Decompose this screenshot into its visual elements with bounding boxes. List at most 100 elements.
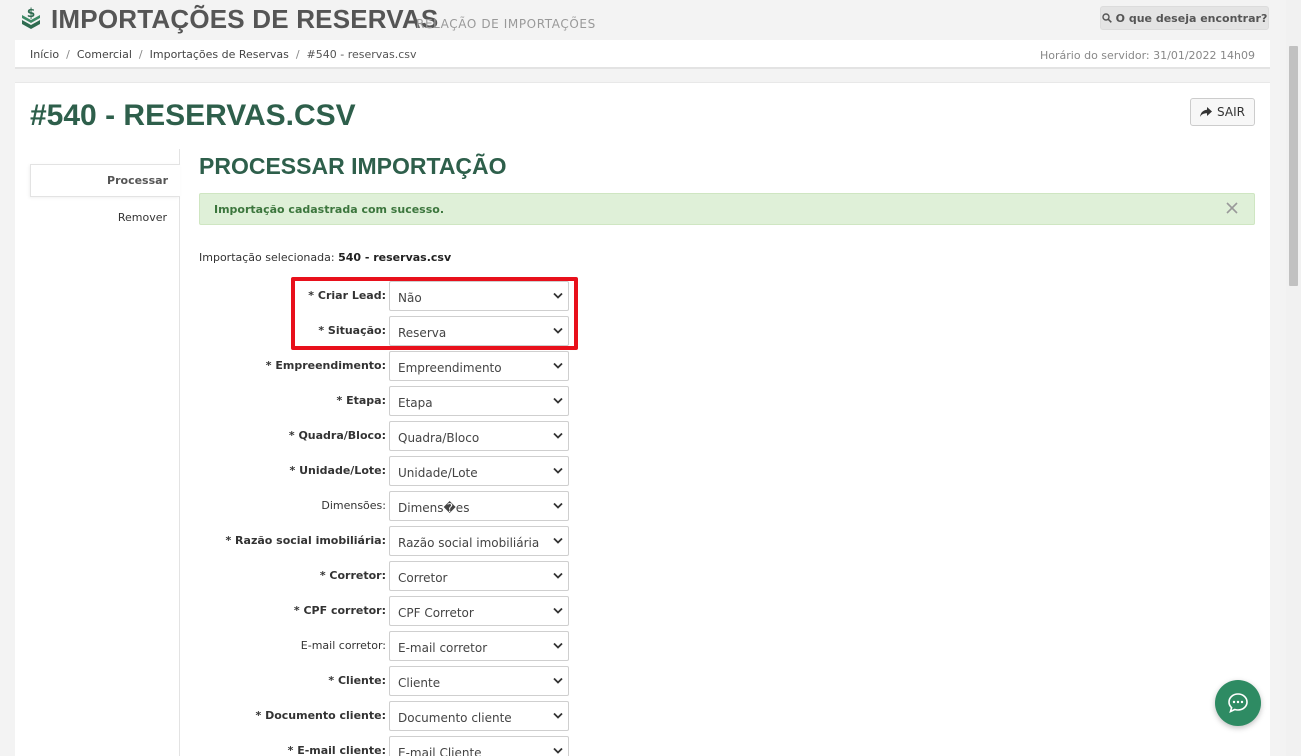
selected-import: Importação selecionada: 540 - reservas.c… [199, 251, 451, 264]
select-value: Dimens�es [398, 501, 470, 515]
main-panel: #540 - RESERVAS.CSV SAIR Processar Remov… [15, 82, 1270, 756]
form-row-corretor: * Corretor: Corretor [199, 561, 599, 591]
selected-import-value: 540 - reservas.csv [338, 251, 452, 264]
etapa-select[interactable]: Etapa [389, 386, 569, 416]
form-row-criar-lead: * Criar Lead: Não [199, 281, 599, 311]
dimensoes-select[interactable]: Dimens�es [389, 491, 569, 521]
field-label: * Criar Lead: [308, 289, 386, 302]
page-scrollbar[interactable] [1286, 0, 1301, 756]
svg-text:$: $ [27, 6, 35, 20]
share-arrow-icon [1200, 106, 1213, 117]
corretor-select[interactable]: Corretor [389, 561, 569, 591]
form-row-razao-social: * Razão social imobiliária: Razão social… [199, 526, 599, 556]
breadcrumb-separator: / [138, 48, 143, 61]
chevron-down-icon [553, 432, 563, 439]
select-value: Empreendimento [398, 361, 502, 375]
search-label: O que deseja encontrar? [1115, 11, 1268, 25]
field-label: * Unidade/Lote: [289, 464, 386, 477]
field-label: * Situação: [318, 324, 386, 337]
razao-social-select[interactable]: Razão social imobiliária [389, 526, 569, 556]
select-value: Razão social imobiliária [398, 536, 540, 550]
empreendimento-select[interactable]: Empreendimento [389, 351, 569, 381]
chevron-down-icon [553, 362, 563, 369]
field-label: * Quadra/Bloco: [288, 429, 386, 442]
page-title: #540 - RESERVAS.CSV [30, 99, 356, 132]
breadcrumb-link-inicio[interactable]: Início [30, 48, 59, 61]
chevron-down-icon [553, 502, 563, 509]
chevron-down-icon [553, 292, 563, 299]
chevron-down-icon [553, 607, 563, 614]
chevron-down-icon [553, 642, 563, 649]
chevron-down-icon [553, 397, 563, 404]
chevron-down-icon [553, 467, 563, 474]
side-menu-item-remover[interactable]: Remover [118, 211, 167, 224]
field-label: E-mail corretor: [300, 639, 386, 652]
cpf-corretor-select[interactable]: CPF Corretor [389, 596, 569, 626]
chat-bubble-icon [1228, 693, 1248, 713]
situacao-select[interactable]: Reserva [389, 316, 569, 346]
section-title: PROCESSAR IMPORTAÇÃO [199, 153, 507, 179]
field-label: * Razão social imobiliária: [225, 534, 386, 547]
form-row-unidade-lote: * Unidade/Lote: Unidade/Lote [199, 456, 599, 486]
side-menu: Processar Remover [30, 149, 180, 756]
field-label: * Corretor: [319, 569, 386, 582]
form-row-documento-cliente: * Documento cliente: Documento cliente [199, 701, 599, 731]
select-value: Corretor [398, 571, 448, 585]
chevron-down-icon [553, 677, 563, 684]
field-label: * Etapa: [336, 394, 386, 407]
select-value: Documento cliente [398, 711, 512, 725]
documento-cliente-select[interactable]: Documento cliente [389, 701, 569, 731]
field-label: * CPF corretor: [293, 604, 386, 617]
chevron-down-icon [553, 537, 563, 544]
success-alert: Importação cadastrada com sucesso. [199, 193, 1255, 225]
search-button[interactable]: O que deseja encontrar? [1100, 6, 1269, 30]
breadcrumb-link-comercial[interactable]: Comercial [77, 48, 132, 61]
field-label: Dimensões: [321, 499, 386, 512]
cliente-select[interactable]: Cliente [389, 666, 569, 696]
form-row-quadra-bloco: * Quadra/Bloco: Quadra/Bloco [199, 421, 599, 451]
quadra-bloco-select[interactable]: Quadra/Bloco [389, 421, 569, 451]
select-value: CPF Corretor [398, 606, 474, 620]
app-title: IMPORTAÇÕES DE RESERVAS [51, 4, 439, 34]
form-row-email-cliente: * E-mail cliente: E-mail Cliente [199, 736, 599, 756]
email-corretor-select[interactable]: E-mail corretor [389, 631, 569, 661]
select-value: Cliente [398, 676, 441, 690]
select-value: E-mail corretor [398, 641, 488, 655]
form-row-cliente: * Cliente: Cliente [199, 666, 599, 696]
select-value: Etapa [398, 396, 433, 410]
logo-icon: $ [22, 6, 40, 29]
form-row-situacao: * Situação: Reserva [199, 316, 599, 346]
breadcrumb-link-importacoes[interactable]: Importações de Reservas [150, 48, 289, 61]
breadcrumb-separator: / [66, 48, 70, 61]
chat-button[interactable] [1215, 680, 1261, 726]
breadcrumb-bar: Início / Comercial / Importações de Reservas… [15, 40, 1270, 69]
criar-lead-select[interactable]: Não [389, 281, 569, 311]
select-value: Quadra/Bloco [398, 431, 480, 445]
chevron-down-icon [553, 327, 563, 334]
side-menu-item-processar[interactable]: Processar [30, 164, 180, 197]
chevron-down-icon [553, 712, 563, 719]
chevron-down-icon [553, 747, 563, 754]
email-cliente-select[interactable]: E-mail Cliente [389, 736, 569, 756]
select-value: E-mail Cliente [398, 746, 482, 756]
breadcrumb: Início / Comercial / Importações de Reservas… [30, 48, 417, 61]
close-icon[interactable] [1226, 202, 1238, 214]
field-label: * Documento cliente: [255, 709, 387, 722]
scrollbar-thumb[interactable] [1289, 46, 1298, 286]
side-menu-label: Processar [107, 174, 168, 187]
unidade-lote-select[interactable]: Unidade/Lote [389, 456, 569, 486]
breadcrumb-current: #540 - reservas.csv [306, 48, 417, 61]
field-label: * Empreendimento: [265, 359, 386, 372]
search-icon [1101, 13, 1112, 23]
selected-import-label: Importação selecionada: [199, 251, 335, 264]
server-time: Horário do servidor: 31/01/2022 14h09 [1040, 49, 1255, 62]
top-header: $ IMPORTAÇÕES DE RESERVAS RELAÇÃO DE IMP… [0, 0, 1286, 40]
exit-button[interactable]: SAIR [1190, 98, 1255, 126]
chevron-down-icon [553, 572, 563, 579]
alert-message: Importação cadastrada com sucesso. [214, 203, 445, 216]
breadcrumb-separator: / [295, 48, 300, 61]
select-value: Unidade/Lote [398, 466, 478, 480]
form-row-etapa: * Etapa: Etapa [199, 386, 599, 416]
field-label: * Cliente: [328, 674, 386, 687]
exit-label: SAIR [1217, 105, 1245, 119]
